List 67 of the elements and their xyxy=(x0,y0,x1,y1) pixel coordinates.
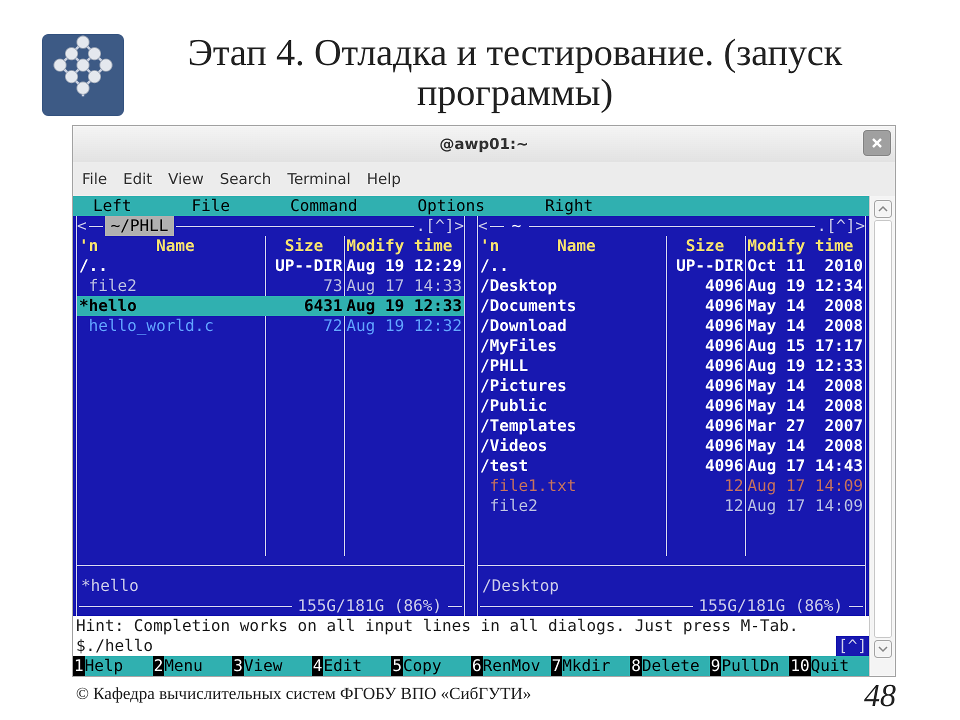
panel-path: ~ xyxy=(510,216,522,236)
menu-item[interactable]: Options xyxy=(418,196,485,216)
history-arrow[interactable]: < xyxy=(77,216,87,236)
column-header: Modify time xyxy=(346,236,454,256)
file-row[interactable]: /MyFiles 4096 Aug 15 17:17 xyxy=(478,336,865,356)
scrollbar[interactable] xyxy=(869,196,895,676)
menu-item[interactable]: Edit xyxy=(123,170,152,188)
sort-indicator: 'n xyxy=(480,236,500,255)
command-line[interactable]: $./hello xyxy=(76,636,154,656)
disk-usage: 155G/181G (86%) xyxy=(296,596,443,616)
file-row[interactable]: /Pictures 4096 May 14 2008 xyxy=(478,376,865,396)
menu-item[interactable]: Command xyxy=(290,196,358,216)
function-key-button[interactable]: Copy xyxy=(403,656,471,676)
sort-indicator: 'n xyxy=(79,236,98,255)
panel-path: ~/PHLL xyxy=(104,216,174,236)
function-key-button[interactable]: View xyxy=(244,656,312,676)
file-row[interactable]: /Download 4096 May 14 2008 xyxy=(478,316,865,336)
function-key-button[interactable]: RenMov xyxy=(482,656,551,676)
file-row[interactable]: /PHLL 4096 Aug 19 12:33 xyxy=(478,356,865,376)
menu-item[interactable]: Right xyxy=(544,196,594,216)
menu-item[interactable]: File xyxy=(82,170,108,188)
file-row[interactable]: /.. UP--DIR Oct 11 2010 xyxy=(478,256,865,276)
history-button[interactable]: [^] xyxy=(836,636,869,656)
function-key-button[interactable]: PullDn xyxy=(721,656,790,676)
column-header: Size xyxy=(684,236,726,256)
menu-item[interactable]: Terminal xyxy=(287,170,351,188)
panel-controls[interactable]: .[^]> xyxy=(816,216,865,236)
column-header: Name xyxy=(557,236,596,255)
disk-usage: 155G/181G (86%) xyxy=(698,596,844,616)
file-row[interactable]: *hello 6431 Aug 19 12:33 xyxy=(77,296,464,316)
menu-item[interactable]: View xyxy=(168,170,204,188)
function-key-button[interactable]: Help xyxy=(84,656,153,676)
scroll-up-icon[interactable] xyxy=(874,200,892,218)
menu-item[interactable]: Left xyxy=(93,196,132,216)
file-row[interactable]: /Templates 4096 Mar 27 2007 xyxy=(478,416,865,436)
panel-controls[interactable]: .[^]> xyxy=(416,216,464,236)
function-key-button[interactable]: Menu xyxy=(164,656,232,676)
slide-footer: © Кафедра вычислительных систем ФГОБУ ВПО «СибГУТИ» xyxy=(76,684,532,704)
slide-title: Этап 4. Отладка и тестирование. (запуск программы) xyxy=(186,33,844,113)
page-number: 48 xyxy=(864,677,896,714)
column-header: Modify time xyxy=(747,236,854,256)
file-row[interactable]: file2 12 Aug 17 14:09 xyxy=(478,496,865,516)
file-row[interactable]: /Videos 4096 May 14 2008 xyxy=(478,436,865,456)
function-key-button[interactable]: Quit xyxy=(810,656,869,676)
close-button[interactable] xyxy=(863,130,891,156)
file-row[interactable]: file2 73 Aug 17 14:33 xyxy=(77,276,464,296)
file-row[interactable]: /Documents 4096 May 14 2008 xyxy=(478,296,865,316)
column-header: Name xyxy=(156,236,195,255)
function-key-button[interactable]: Edit xyxy=(323,656,392,676)
file-row[interactable]: /test 4096 Aug 17 14:43 xyxy=(478,456,865,476)
menu-item[interactable]: File xyxy=(192,196,230,216)
close-icon xyxy=(871,137,883,149)
function-key-button[interactable]: Mkdir xyxy=(562,656,630,676)
selected-file-name: *hello xyxy=(80,576,140,596)
hint-line: Hint: Completion works on all input lines in all dialogs. Just press M-Tab. xyxy=(75,616,800,636)
selected-file-name: /Desktop xyxy=(481,576,560,596)
history-arrow[interactable]: < xyxy=(478,216,488,236)
file-row[interactable]: /Desktop 4096 Aug 19 12:34 xyxy=(478,276,865,296)
scroll-down-icon[interactable] xyxy=(874,640,892,658)
function-key-button[interactable]: Delete xyxy=(642,656,710,676)
window-title: @awp01:~ xyxy=(439,135,529,153)
menu-item[interactable]: Search xyxy=(220,170,272,188)
menu-item[interactable]: Help xyxy=(366,170,401,188)
file-row[interactable]: hello_world.c 72 Aug 19 12:32 xyxy=(77,316,464,336)
file-row[interactable]: /Public 4096 May 14 2008 xyxy=(478,396,865,416)
column-header: Size xyxy=(284,236,324,256)
file-row[interactable]: /.. UP--DIR Aug 19 12:29 xyxy=(77,256,464,276)
